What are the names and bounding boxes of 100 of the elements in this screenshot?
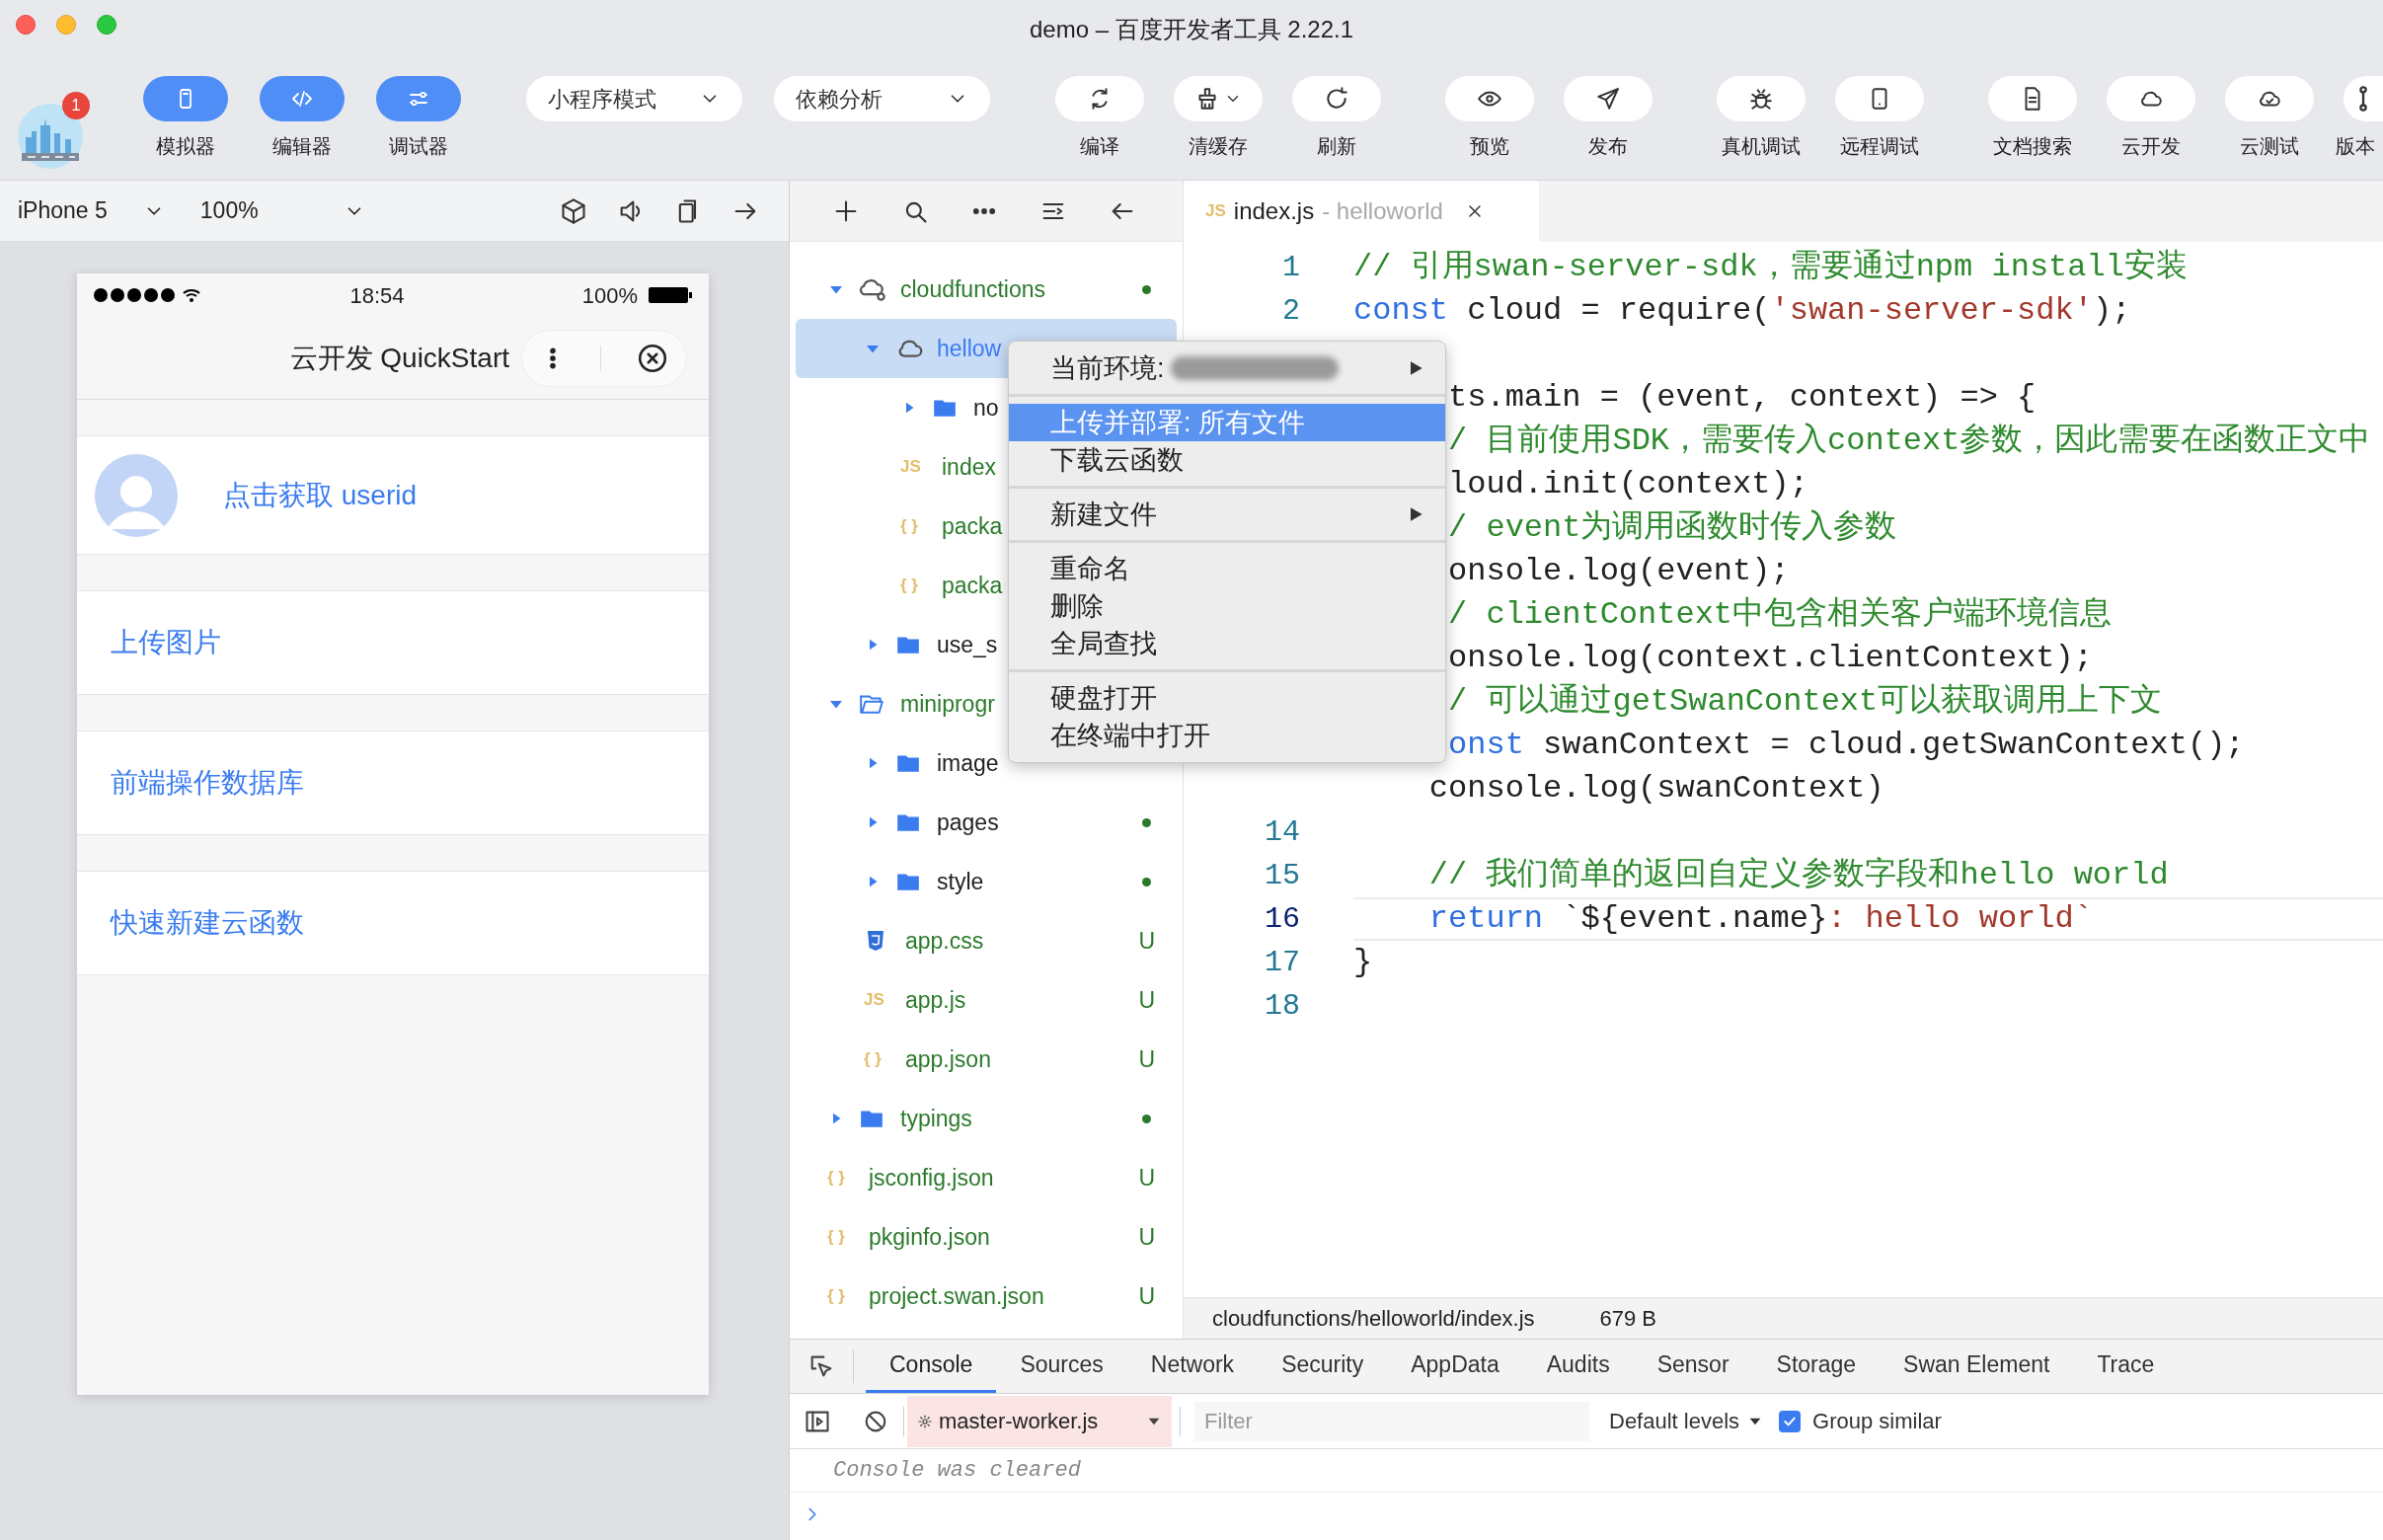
code-line: console.log(swanContext) — [1427, 769, 1885, 808]
button-label: 预览 — [1470, 134, 1509, 159]
devtools-tab[interactable]: Sources — [996, 1340, 1127, 1393]
status-label: U — [1138, 1163, 1155, 1193]
avatar-silhouette-icon — [95, 453, 178, 537]
tree-item[interactable]: typings — [796, 1089, 1177, 1148]
tree-item[interactable]: { } app.json U — [796, 1030, 1177, 1089]
levels-dropdown[interactable]: Default levels — [1609, 1405, 1764, 1437]
button-label: 文档搜索 — [1993, 134, 2072, 159]
file-name: jsconfig.json — [869, 1163, 994, 1193]
menu-item[interactable]: 重命名 — [1009, 550, 1445, 587]
toolbar-button[interactable] — [1835, 76, 1924, 121]
dropdown[interactable]: 依赖分析 — [774, 76, 990, 121]
code-line: return `${event.name}: hello world` — [1353, 897, 2383, 941]
tree-item[interactable]: { } project.swan.json U — [796, 1267, 1177, 1326]
devtools-tab[interactable]: Trace — [2073, 1340, 2179, 1393]
devtools-tab[interactable]: Security — [1258, 1340, 1388, 1393]
tree-item[interactable]: cloudfunctions — [796, 260, 1177, 319]
toggle-button[interactable] — [376, 76, 461, 121]
file-name: image — [937, 748, 999, 778]
menu-item[interactable]: 硬盘打开 — [1009, 679, 1445, 717]
toolbar-button[interactable] — [1717, 76, 1806, 121]
editor-tab[interactable]: JS index.js - helloworld — [1184, 181, 1539, 242]
refresh-icon — [1324, 86, 1349, 112]
status-label: U — [1138, 1044, 1155, 1074]
battery-percent: 100% — [581, 281, 638, 310]
file-name: miniprogr — [900, 689, 995, 719]
toolbar-button[interactable] — [1174, 76, 1263, 121]
file-size: 679 B — [1599, 1305, 1657, 1333]
bug-icon — [1748, 86, 1774, 112]
button-label: 编译 — [1080, 134, 1119, 159]
file-path: cloudfunctions/helloworld/index.js — [1212, 1305, 1535, 1333]
file-type-icon: JS — [864, 987, 891, 1013]
button-label: 云测试 — [2240, 134, 2299, 159]
file-type-icon: { } — [900, 513, 928, 539]
devtools-tab[interactable]: AppData — [1387, 1340, 1523, 1393]
file-name: packa — [942, 571, 1003, 600]
tree-item[interactable]: style — [796, 852, 1177, 911]
close-button[interactable] — [16, 15, 36, 35]
code-line: / 可以通过getSwanContext可以获取调用上下文 — [1447, 682, 2164, 722]
folder-name: - helloworld — [1322, 196, 1443, 226]
file-type-icon: { } — [864, 1046, 891, 1072]
tree-item[interactable]: pages — [796, 793, 1177, 852]
code-line: ts.main = (event, context) => { — [1447, 378, 2037, 418]
devtools-tab[interactable]: Network — [1126, 1340, 1259, 1393]
code-line: / 目前使用SDK，需要传入context参数，因此需要在函数正文中 — [1447, 422, 2372, 461]
dropdown[interactable]: 小程序模式 — [526, 76, 742, 121]
device-dropdown[interactable]: iPhone 5 — [18, 193, 165, 228]
link[interactable]: 点击获取 userid — [223, 474, 418, 516]
page-title: 云开发 QuickStart — [289, 341, 509, 375]
button-label: 清缓存 — [1189, 134, 1248, 159]
toolbar-button[interactable] — [2225, 76, 2314, 121]
tree-item[interactable]: app.css U — [796, 911, 1177, 970]
file-name: index.js — [1233, 196, 1315, 226]
menu-item[interactable]: 在终端中打开 — [1009, 717, 1445, 754]
link[interactable]: 前端操作数据库 — [111, 762, 304, 804]
devtools-tab[interactable]: Storage — [1752, 1340, 1881, 1393]
toggle-button[interactable] — [260, 76, 345, 121]
link[interactable]: 快速新建云函数 — [111, 902, 304, 944]
toolbar-button[interactable] — [1292, 76, 1381, 121]
console-message: Console was cleared — [833, 1457, 1081, 1485]
tree-item[interactable]: { } pkginfo.json U — [796, 1207, 1177, 1267]
toggle-button[interactable] — [143, 76, 228, 121]
cube-icon[interactable] — [560, 196, 587, 225]
filter-field[interactable]: Filter — [1194, 1401, 1589, 1441]
button-label: 发布 — [1588, 134, 1628, 159]
toolbar-button[interactable] — [1988, 76, 2077, 121]
file-name: use_s — [937, 630, 998, 659]
battery-icon — [648, 285, 693, 305]
tree-item[interactable]: { } jsconfig.json U — [796, 1148, 1177, 1207]
toolbar-button[interactable] — [1445, 76, 1534, 121]
context-select[interactable]: master-worker.js — [907, 1395, 1172, 1447]
menu-item[interactable]: 删除 — [1009, 587, 1445, 625]
menu-item[interactable]: 新建文件 — [1009, 496, 1445, 533]
file-name: no — [973, 393, 999, 423]
status-time: 18:54 — [348, 281, 406, 310]
menu-item[interactable]: 全局查找 — [1009, 625, 1445, 662]
checkbox[interactable] — [1779, 1410, 1802, 1432]
file-name: app.css — [905, 926, 984, 956]
zoom-dropdown[interactable]: 100% — [199, 193, 365, 228]
devtools-tab[interactable]: Swan Element — [1880, 1340, 2074, 1393]
toolbar-button[interactable] — [1564, 76, 1653, 121]
tree-item[interactable]: JS app.js U — [796, 970, 1177, 1030]
link[interactable]: 上传图片 — [111, 622, 221, 663]
devtools-tab[interactable]: Audits — [1522, 1340, 1634, 1393]
code-line: onst swanContext = cloud.getSwanContext(); — [1447, 726, 2246, 765]
notification-badge: 1 — [62, 92, 90, 119]
button-label: 编辑器 — [272, 134, 332, 159]
gear-icon — [917, 1413, 933, 1429]
file-name: pages — [937, 808, 999, 837]
file-type-icon: { } — [827, 1224, 855, 1250]
file-name: typings — [900, 1104, 972, 1133]
code-line: } — [1353, 943, 1374, 982]
button-label: 模拟器 — [156, 134, 215, 159]
devtools-tab[interactable]: Sensor — [1633, 1340, 1753, 1393]
button-label: 刷新 — [1317, 134, 1356, 159]
devtools-tab[interactable]: Console — [866, 1340, 997, 1393]
menu-item[interactable]: 下载云函数 — [1009, 441, 1445, 479]
line-number: 17 — [1264, 944, 1300, 981]
status-label: U — [1138, 1222, 1155, 1252]
